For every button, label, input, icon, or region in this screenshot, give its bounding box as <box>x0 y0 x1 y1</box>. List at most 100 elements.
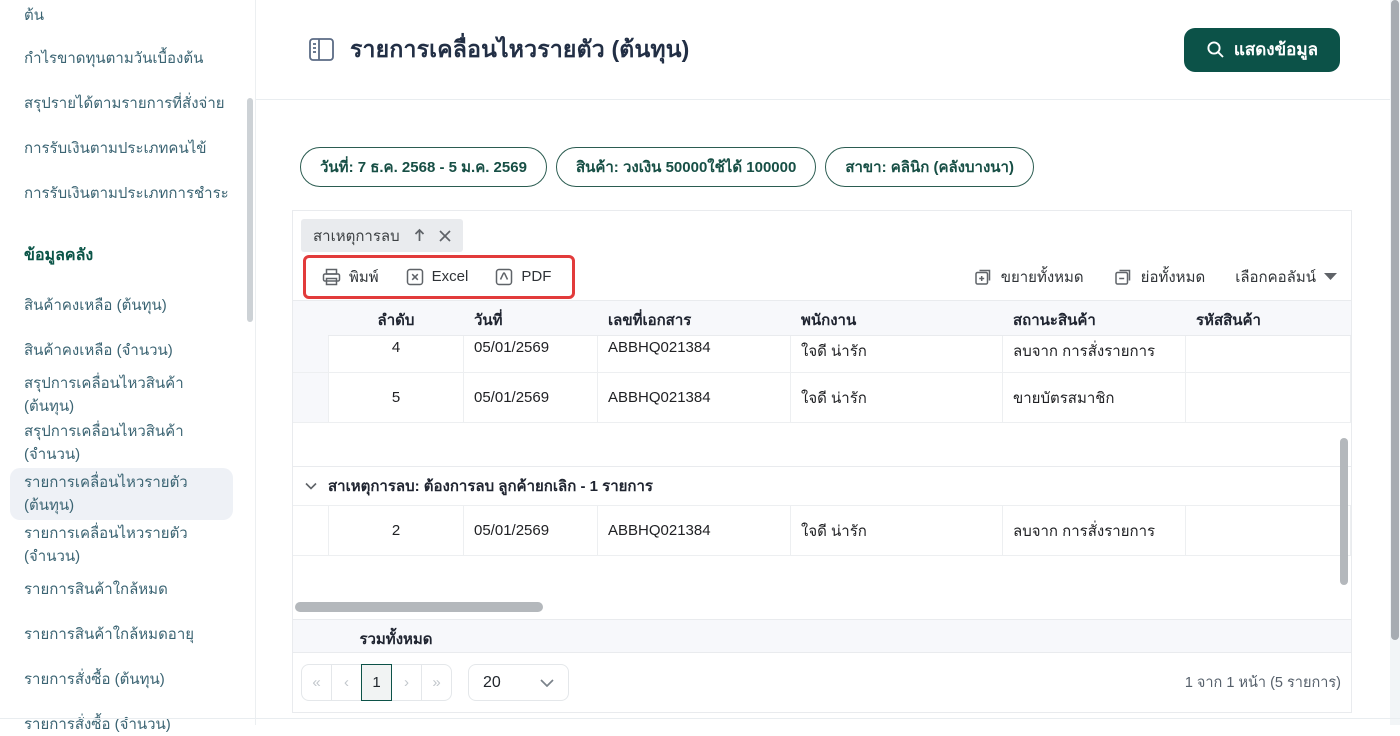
page-info-text: 1 จาก 1 หน้า (5 รายการ) <box>1185 671 1343 694</box>
table-body: 4 05/01/2569 ABBHQ021384 ใจดี น่ารัก ลบจ… <box>293 336 1351 601</box>
sidebar-item[interactable]: รายการสั่งซื้อ (ต้นทุน) <box>24 668 233 691</box>
cell-status: ลบจาก การสั่งรายการ <box>1003 506 1186 555</box>
cell-employee: ใจดี น่ารัก <box>791 373 1003 422</box>
collapse-all-button[interactable]: ย่อทั้งหมด <box>1114 265 1206 289</box>
sidebar-item[interactable]: สรุปรายได้ตามรายการที่สั่งจ่าย <box>24 92 233 115</box>
sidebar-item[interactable]: การรับเงินตามประเภทคนไข้ <box>24 137 233 160</box>
sidebar-item[interactable]: สินค้าคงเหลือ (ต้นทุน) <box>24 294 233 317</box>
group-header-row[interactable]: สาเหตุการลบ: ต้องการลบ ลูกค้ายกเลิก - 1 … <box>293 466 1351 506</box>
table-view-controls: ขยายทั้งหมด ย่อทั้งหมด เลือกคอลัมน์ <box>974 265 1337 289</box>
prev-page-button[interactable]: ‹ <box>331 664 362 701</box>
group-spacer <box>293 423 1351 466</box>
sidebar-item[interactable]: รายการสินค้าใกล้หมดอายุ <box>24 623 233 646</box>
expander-column-header <box>293 301 328 339</box>
sidebar-item[interactable]: รายการสินค้าใกล้หมด <box>24 578 233 601</box>
collapse-all-label: ย่อทั้งหมด <box>1141 265 1206 289</box>
next-page-button[interactable]: › <box>391 664 422 701</box>
expand-all-icon <box>974 267 993 286</box>
sidebar-item[interactable]: ต้น <box>24 4 233 27</box>
page-scrollbar-track[interactable] <box>1390 0 1400 725</box>
cell-status: ลบจาก การสั่งรายการ <box>1003 336 1186 372</box>
filter-pills: วันที่: 7 ธ.ค. 2568 - 5 ม.ค. 2569 สินค้า… <box>300 147 1034 187</box>
cell-employee: ใจดี น่ารัก <box>791 336 1003 372</box>
column-header-date[interactable]: วันที่ <box>464 301 598 339</box>
column-header-doc[interactable]: เลขที่เอกสาร <box>598 301 791 339</box>
sidebar-scrollbar[interactable] <box>247 98 253 322</box>
cell-doc: ABBHQ021384 <box>598 336 791 372</box>
sidebar-item[interactable]: สรุปการเคลื่อนไหวสินค้า (จำนวน) <box>24 420 233 466</box>
excel-label: Excel <box>432 268 469 285</box>
cell-seq: 5 <box>328 373 464 422</box>
group-by-chip[interactable]: สาเหตุการลบ <box>301 219 463 252</box>
last-page-button[interactable]: » <box>421 664 452 701</box>
column-header-code[interactable]: รหัสสินค้า <box>1186 301 1351 339</box>
sidebar-item[interactable]: กำไรขาดทุนตามวันเบื้องต้น <box>24 47 233 70</box>
cell-code <box>1186 506 1351 555</box>
print-button[interactable]: พิมพ์ <box>322 265 379 289</box>
page-scrollbar-thumb[interactable] <box>1391 0 1399 640</box>
chevron-down-icon <box>540 679 554 687</box>
sidebar-item[interactable]: สินค้าคงเหลือ (จำนวน) <box>24 339 233 362</box>
close-icon[interactable] <box>439 230 451 242</box>
cell-code <box>1186 336 1351 372</box>
page-size-value: 20 <box>483 674 501 692</box>
table-row[interactable]: 4 05/01/2569 ABBHQ021384 ใจดี น่ารัก ลบจ… <box>293 336 1351 373</box>
expand-all-label: ขยายทั้งหมด <box>1001 265 1084 289</box>
filter-branch-pill[interactable]: สาขา: คลินิก (คลังบางนา) <box>825 147 1034 187</box>
sidebar-item-current[interactable]: รายการเคลื่อนไหวรายตัว (ต้นทุน) <box>10 468 233 520</box>
sidebar: ต้น กำไรขาดทุนตามวันเบื้องต้น สรุปรายได้… <box>0 0 256 725</box>
page-title: รายการเคลื่อนไหวรายตัว (ต้นทุน) <box>350 32 690 68</box>
table-row[interactable]: 2 05/01/2569 ABBHQ021384 ใจดี น่ารัก ลบจ… <box>293 506 1351 556</box>
show-data-label: แสดงข้อมูล <box>1234 36 1318 63</box>
pdf-button[interactable]: PDF <box>495 265 551 289</box>
horizontal-scrollbar-thumb[interactable] <box>295 602 543 612</box>
pagination-bar: « ‹ 1 › » 20 1 จาก 1 หน้า (5 รายการ) <box>293 653 1351 712</box>
excel-icon <box>406 268 424 286</box>
show-data-button[interactable]: แสดงข้อมูล <box>1184 28 1340 72</box>
cell-employee: ใจดี น่ารัก <box>791 506 1003 555</box>
cell-doc: ABBHQ021384 <box>598 506 791 555</box>
column-header-seq[interactable]: ลำดับ <box>328 301 464 339</box>
current-page-button[interactable]: 1 <box>361 664 392 701</box>
chevron-down-icon <box>1324 272 1337 281</box>
expand-all-button[interactable]: ขยายทั้งหมด <box>974 265 1084 289</box>
row-gutter <box>293 506 328 555</box>
cell-doc: ABBHQ021384 <box>598 373 791 422</box>
filter-date-pill[interactable]: วันที่: 7 ธ.ค. 2568 - 5 ม.ค. 2569 <box>300 147 547 187</box>
print-label: พิมพ์ <box>349 265 379 289</box>
bottom-divider <box>0 718 1400 719</box>
sidebar-item[interactable]: การรับเงินตามประเภทการชำระ <box>24 182 233 205</box>
first-page-button[interactable]: « <box>301 664 332 701</box>
column-header-employee[interactable]: พนักงาน <box>791 301 1003 339</box>
group-spacer <box>293 556 1351 601</box>
row-gutter <box>293 336 328 372</box>
report-table-panel: สาเหตุการลบ พิมพ์ <box>292 210 1352 713</box>
page-header: รายการเคลื่อนไหวรายตัว (ต้นทุน) แสดงข้อม… <box>256 0 1400 100</box>
group-header-label: สาเหตุการลบ: ต้องการลบ ลูกค้ายกเลิก - 1 … <box>328 474 653 498</box>
table-toolbar: พิมพ์ Excel PDF <box>293 253 1351 301</box>
row-gutter <box>293 373 328 422</box>
group-by-label: สาเหตุการลบ <box>313 224 400 248</box>
cell-status: ขายบัตรสมาชิก <box>1003 373 1186 422</box>
select-columns-dropdown[interactable]: เลือกคอลัมน์ <box>1235 265 1337 289</box>
main-content: รายการเคลื่อนไหวรายตัว (ต้นทุน) แสดงข้อม… <box>256 0 1400 725</box>
filter-product-pill[interactable]: สินค้า: วงเงิน 50000ใช้ได้ 100000 <box>556 147 816 187</box>
pdf-icon <box>495 268 513 286</box>
pdf-label: PDF <box>521 268 551 285</box>
sort-asc-icon[interactable] <box>413 228 426 243</box>
cell-date: 05/01/2569 <box>464 373 598 422</box>
collapse-group-chevron-icon[interactable] <box>293 482 328 490</box>
page-size-select[interactable]: 20 <box>468 664 569 701</box>
sidebar-item[interactable]: รายการเคลื่อนไหวรายตัว (จำนวน) <box>24 522 233 568</box>
table-vertical-scrollbar-thumb[interactable] <box>1340 438 1348 585</box>
sidebar-item[interactable]: สรุปการเคลื่อนไหวสินค้า (ต้นทุน) <box>24 372 233 418</box>
cell-code <box>1186 373 1351 422</box>
search-icon <box>1206 40 1225 59</box>
collapse-all-icon <box>1114 267 1133 286</box>
column-header-status[interactable]: สถานะสินค้า <box>1003 301 1186 339</box>
table-row[interactable]: 5 05/01/2569 ABBHQ021384 ใจดี น่ารัก ขาย… <box>293 373 1351 423</box>
printer-icon <box>322 268 341 286</box>
excel-button[interactable]: Excel <box>406 265 469 289</box>
export-buttons: พิมพ์ Excel PDF <box>322 265 551 289</box>
report-icon <box>308 36 335 63</box>
